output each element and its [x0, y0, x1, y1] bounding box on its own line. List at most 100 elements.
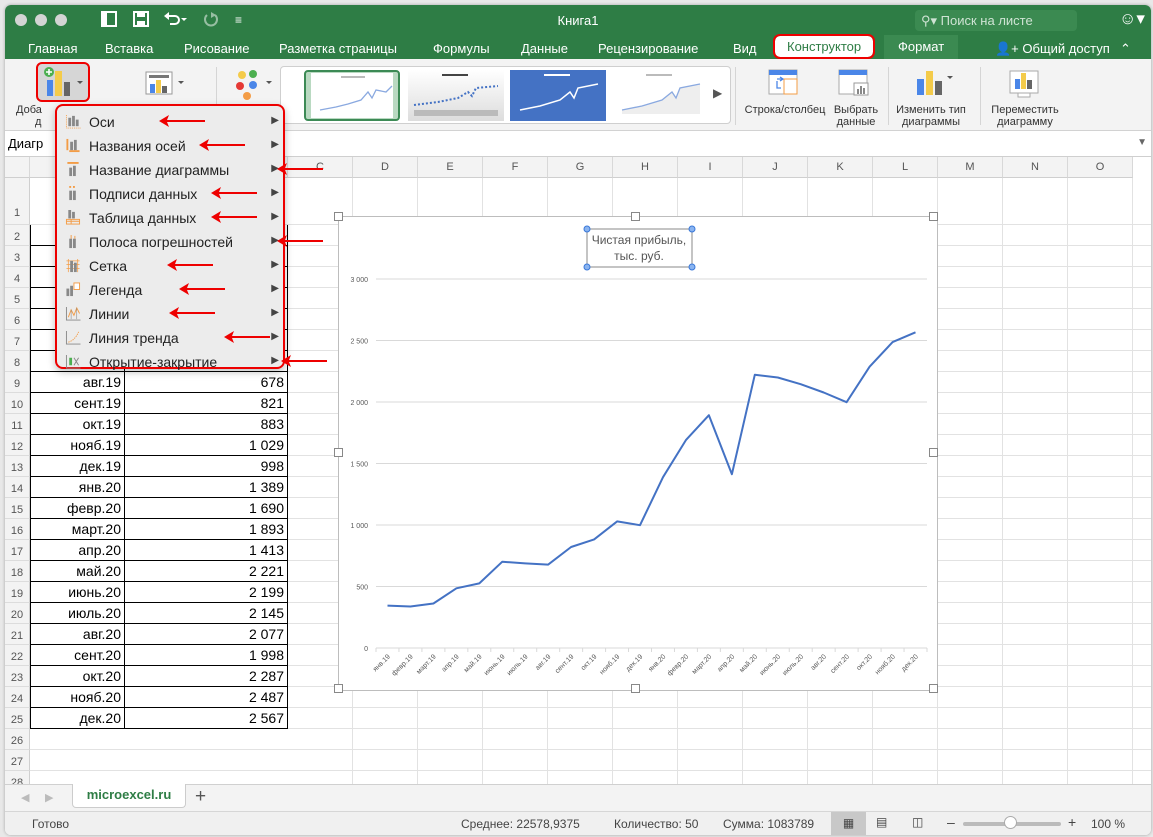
cell-profit[interactable]: 1 998 [125, 645, 288, 666]
cell-month[interactable]: янв.20 [30, 477, 125, 498]
row-header[interactable]: 27 [5, 750, 30, 771]
column-header-j[interactable]: J [743, 157, 808, 178]
column-header-h[interactable]: H [613, 157, 678, 178]
resize-handle-w[interactable] [334, 448, 343, 457]
tab-draw[interactable]: Рисование [184, 38, 249, 59]
resize-handle-ne[interactable] [929, 212, 938, 221]
zoom-in-button[interactable]: + [1068, 814, 1076, 830]
cell-profit[interactable]: 1 413 [125, 540, 288, 561]
cell-month[interactable]: май.20 [30, 561, 125, 582]
tab-data[interactable]: Данные [521, 38, 568, 59]
row-header[interactable]: 7 [5, 330, 30, 351]
cell-profit[interactable]: 1 690 [125, 498, 288, 519]
cell-profit[interactable]: 2 487 [125, 687, 288, 708]
row-header[interactable]: 17 [5, 540, 30, 561]
menu-item-axis-titles[interactable]: Названия осей ▶ [57, 134, 283, 158]
row-header[interactable]: 18 [5, 561, 30, 582]
chart-style-1[interactable] [304, 70, 400, 121]
tab-home[interactable]: Главная [28, 38, 77, 59]
tab-insert[interactable]: Вставка [105, 38, 153, 59]
tab-format[interactable]: Формат [884, 35, 959, 59]
tab-page-layout[interactable]: Разметка страницы [279, 38, 397, 59]
chart-style-2[interactable] [408, 70, 504, 121]
row-header[interactable]: 12 [5, 435, 30, 456]
tab-chart-design[interactable]: Конструктор [772, 34, 876, 59]
cell-month[interactable]: авг.19 [30, 372, 125, 393]
cell-profit[interactable]: 2 077 [125, 624, 288, 645]
tab-review[interactable]: Рецензирование [598, 38, 698, 59]
scroll-sheets-right-icon[interactable]: ▶ [45, 791, 53, 804]
menu-item-legend[interactable]: Легенда ▶ [57, 278, 283, 302]
move-chart-button[interactable] [1009, 69, 1041, 104]
column-header-g[interactable]: G [548, 157, 613, 178]
zoom-out-button[interactable]: – [947, 814, 955, 830]
resize-handle-s[interactable] [631, 684, 640, 693]
resize-handle-e[interactable] [929, 448, 938, 457]
chart-style-3[interactable] [510, 70, 606, 121]
column-header-m[interactable]: M [938, 157, 1003, 178]
quick-layout-button[interactable] [145, 71, 189, 102]
cell-profit[interactable]: 1 893 [125, 519, 288, 540]
row-header[interactable]: 20 [5, 603, 30, 624]
name-box[interactable]: Диагр [8, 136, 43, 151]
cell-profit[interactable]: 998 [125, 456, 288, 477]
row-header[interactable]: 23 [5, 666, 30, 687]
cell-month[interactable]: окт.19 [30, 414, 125, 435]
row-header[interactable]: 5 [5, 288, 30, 309]
column-header-o[interactable]: O [1068, 157, 1133, 178]
row-header[interactable]: 1 [5, 178, 30, 225]
select-all-corner[interactable] [5, 157, 30, 178]
row-header[interactable]: 10 [5, 393, 30, 414]
column-header-f[interactable]: F [483, 157, 548, 178]
menu-item-chart-title[interactable]: Название диаграммы ▶ [57, 158, 283, 182]
row-header[interactable]: 26 [5, 729, 30, 750]
page-layout-view-button[interactable]: ▤ [876, 815, 887, 829]
row-header[interactable]: 21 [5, 624, 30, 645]
cell-month[interactable]: апр.20 [30, 540, 125, 561]
gallery-next-arrow-icon[interactable]: ▶ [713, 86, 722, 100]
row-header[interactable]: 24 [5, 687, 30, 708]
row-header[interactable]: 4 [5, 267, 30, 288]
column-header-l[interactable]: L [873, 157, 938, 178]
page-break-view-button[interactable]: ◫ [912, 815, 923, 829]
row-header[interactable]: 9 [5, 372, 30, 393]
add-chart-element-button[interactable] [36, 62, 90, 102]
zoom-slider-thumb[interactable] [1004, 816, 1018, 829]
column-header-i[interactable]: I [678, 157, 743, 178]
menu-item-error-bars[interactable]: Полоса погрешностей ▶ [57, 230, 283, 254]
row-header[interactable]: 11 [5, 414, 30, 435]
share-button[interactable]: 👤+ Общий доступ [995, 38, 1110, 60]
row-header[interactable]: 19 [5, 582, 30, 603]
add-sheet-button[interactable]: + [195, 786, 206, 808]
change-chart-type-button[interactable] [915, 69, 955, 102]
resize-handle-sw[interactable] [334, 684, 343, 693]
row-header[interactable]: 8 [5, 351, 30, 372]
cell-month[interactable]: март.20 [30, 519, 125, 540]
row-header[interactable]: 2 [5, 225, 30, 246]
cell-month[interactable]: июнь.20 [30, 582, 125, 603]
cell-month[interactable]: июль.20 [30, 603, 125, 624]
row-header[interactable]: 25 [5, 708, 30, 729]
cell-month[interactable]: авг.20 [30, 624, 125, 645]
cell-month[interactable]: окт.20 [30, 666, 125, 687]
cell-profit[interactable]: 1 029 [125, 435, 288, 456]
menu-item-up-down-bars[interactable]: Открытие-закрытие ▶ [57, 350, 283, 374]
feedback-smiley-icon[interactable]: ☺▾ [1119, 9, 1145, 29]
cell-profit[interactable]: 2 287 [125, 666, 288, 687]
cell-month[interactable]: сент.20 [30, 645, 125, 666]
cell-profit[interactable]: 2 221 [125, 561, 288, 582]
resize-handle-n[interactable] [631, 212, 640, 221]
search-sheet-input[interactable]: ⚲▾ Поиск на листе [915, 10, 1077, 31]
normal-view-button[interactable]: ▦ [831, 812, 866, 835]
row-header[interactable]: 16 [5, 519, 30, 540]
row-header[interactable]: 14 [5, 477, 30, 498]
cell-profit[interactable]: 678 [125, 372, 288, 393]
row-header[interactable]: 13 [5, 456, 30, 477]
chart-object[interactable]: Чистая прибыль, тыс. руб. 0 500 1 000 1 500 2 … [338, 216, 938, 691]
select-data-button[interactable] [838, 69, 870, 104]
cell-profit[interactable]: 821 [125, 393, 288, 414]
column-header-d[interactable]: D [353, 157, 418, 178]
chart-style-4[interactable] [612, 70, 708, 121]
resize-handle-nw[interactable] [334, 212, 343, 221]
cell-profit[interactable]: 2 199 [125, 582, 288, 603]
